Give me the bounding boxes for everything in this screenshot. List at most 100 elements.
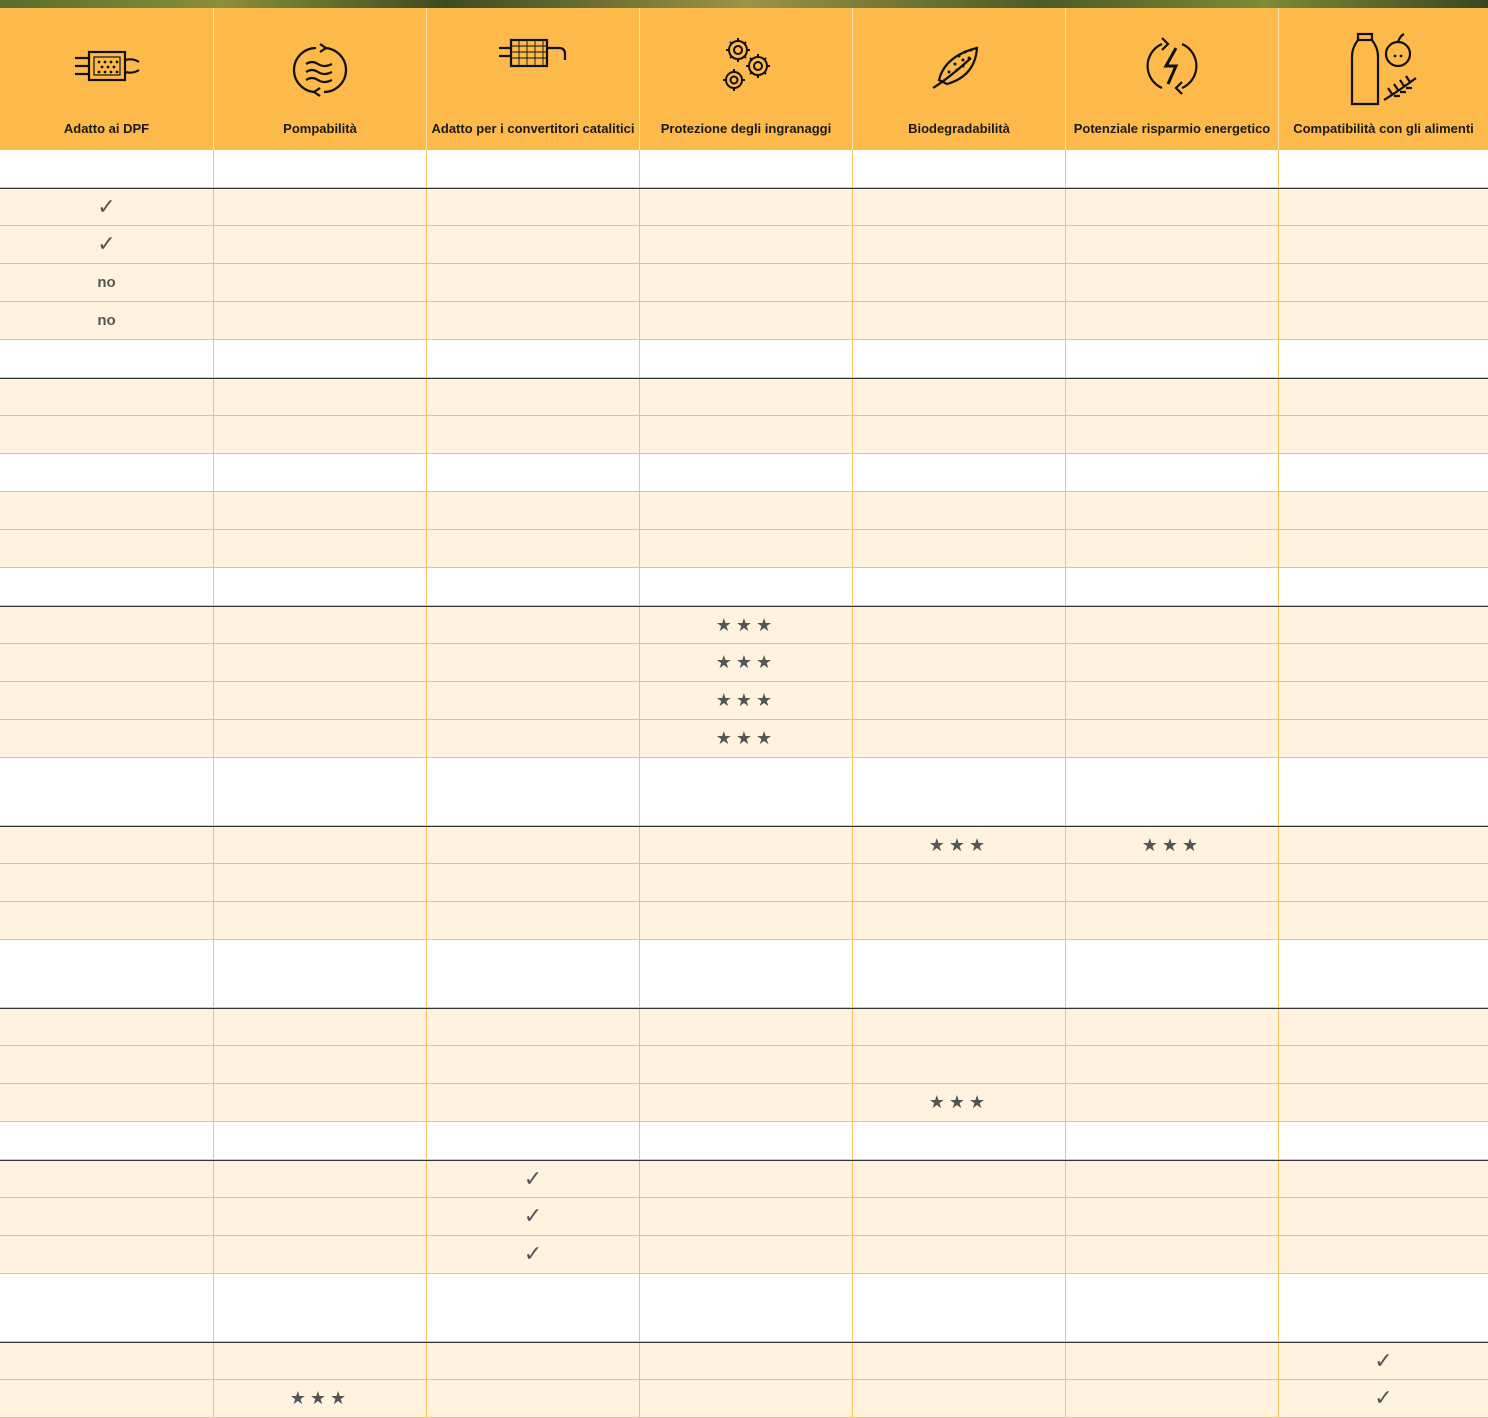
table-cell — [853, 758, 1066, 825]
table-cell — [214, 1009, 427, 1045]
table-cell — [640, 1343, 853, 1379]
table-cell — [1279, 827, 1488, 863]
table-cell — [0, 1343, 214, 1379]
table-cell — [214, 530, 427, 567]
table-row: ★★★ ✓ — [0, 1380, 1488, 1418]
table-row — [0, 492, 1488, 530]
table-cell — [640, 864, 853, 901]
table-cell — [214, 189, 427, 225]
catalytic-converter-icon — [493, 28, 573, 108]
table-cell — [427, 1380, 640, 1417]
table-cell — [1279, 530, 1488, 567]
table-cell — [640, 454, 853, 491]
table-cell — [640, 1380, 853, 1417]
column-header-catalytic: Adatto per i convertitori catalitici — [427, 8, 640, 150]
table-cell — [640, 340, 853, 377]
table-cell — [640, 827, 853, 863]
table-cell — [0, 340, 214, 377]
table-cell — [214, 302, 427, 339]
table-cell — [853, 1122, 1066, 1159]
table-row — [0, 568, 1488, 606]
table-cell — [853, 189, 1066, 225]
table-cell — [640, 1198, 853, 1235]
table-cell — [427, 902, 640, 939]
table-cell — [1066, 1198, 1279, 1235]
table-cell — [1066, 1236, 1279, 1273]
table-cell — [0, 720, 214, 757]
table-cell — [1279, 454, 1488, 491]
table-row — [0, 454, 1488, 492]
star-rating: ★★★ — [928, 1092, 990, 1113]
table-cell — [1066, 940, 1279, 1007]
table-cell — [1279, 607, 1488, 643]
table-cell — [214, 827, 427, 863]
table-cell: ✓ — [0, 226, 214, 263]
table-cell — [1066, 530, 1279, 567]
table-cell — [1066, 720, 1279, 757]
column-label: Biodegradabilità — [908, 121, 1010, 136]
table-cell — [1066, 682, 1279, 719]
table-cell — [853, 492, 1066, 529]
table-cell: ★★★ — [1066, 827, 1279, 863]
star-rating: ★★★ — [928, 834, 990, 856]
table-cell — [427, 644, 640, 681]
table-cell — [1279, 1084, 1488, 1121]
table-cell — [1279, 340, 1488, 377]
table-cell — [0, 1046, 214, 1083]
table-cell — [853, 302, 1066, 339]
energy-saving-icon — [1132, 28, 1212, 108]
table-cell: no — [0, 264, 214, 301]
table-cell — [214, 1084, 427, 1121]
table-cell — [1279, 1046, 1488, 1083]
table-cell — [427, 1046, 640, 1083]
table-row: no — [0, 264, 1488, 302]
column-header-gears: Protezione degli ingranaggi — [640, 8, 853, 150]
table-cell: ★★★ — [640, 607, 853, 643]
table-row — [0, 1046, 1488, 1084]
table-cell — [1279, 302, 1488, 339]
table-cell — [853, 1198, 1066, 1235]
pumpability-icon — [280, 28, 360, 108]
table-cell — [0, 1274, 214, 1341]
checkmark-icon: ✓ — [97, 194, 116, 220]
table-row: ✓ — [0, 226, 1488, 264]
table-cell — [1279, 189, 1488, 225]
table-cell — [1066, 416, 1279, 453]
table-row: ✓ — [0, 1160, 1488, 1198]
table-cell — [853, 454, 1066, 491]
table-cell — [0, 1236, 214, 1273]
table-cell — [214, 416, 427, 453]
table-cell: ✓ — [427, 1198, 640, 1235]
table-cell — [1066, 492, 1279, 529]
star-rating: ★★★ — [715, 690, 777, 711]
table-cell — [427, 607, 640, 643]
table-cell — [1066, 302, 1279, 339]
table-cell — [214, 340, 427, 377]
table-cell — [1066, 1274, 1279, 1341]
table-row — [0, 940, 1488, 1008]
checkmark-icon: ✓ — [1374, 1386, 1393, 1411]
column-header-biodegradability: Biodegradabilità — [853, 8, 1066, 150]
table-cell — [640, 758, 853, 825]
table-cell — [0, 1198, 214, 1235]
table-cell — [853, 1009, 1066, 1045]
table-cell — [1279, 682, 1488, 719]
table-cell — [0, 1122, 214, 1159]
table-cell — [853, 682, 1066, 719]
table-cell — [853, 902, 1066, 939]
table-cell: ✓ — [427, 1161, 640, 1197]
table-cell — [0, 682, 214, 719]
table-cell — [214, 720, 427, 757]
table-cell — [0, 454, 214, 491]
table-header: Adatto ai DPF Pompabilità Adatto per i c… — [0, 8, 1488, 150]
table-cell — [1279, 150, 1488, 187]
table-cell — [1279, 264, 1488, 301]
table-cell — [1279, 1161, 1488, 1197]
table-cell: ★★★ — [214, 1380, 427, 1417]
table-row — [0, 530, 1488, 568]
table-cell — [214, 264, 427, 301]
table-cell — [0, 864, 214, 901]
table-cell — [640, 530, 853, 567]
table-cell — [214, 1161, 427, 1197]
table-cell — [427, 416, 640, 453]
